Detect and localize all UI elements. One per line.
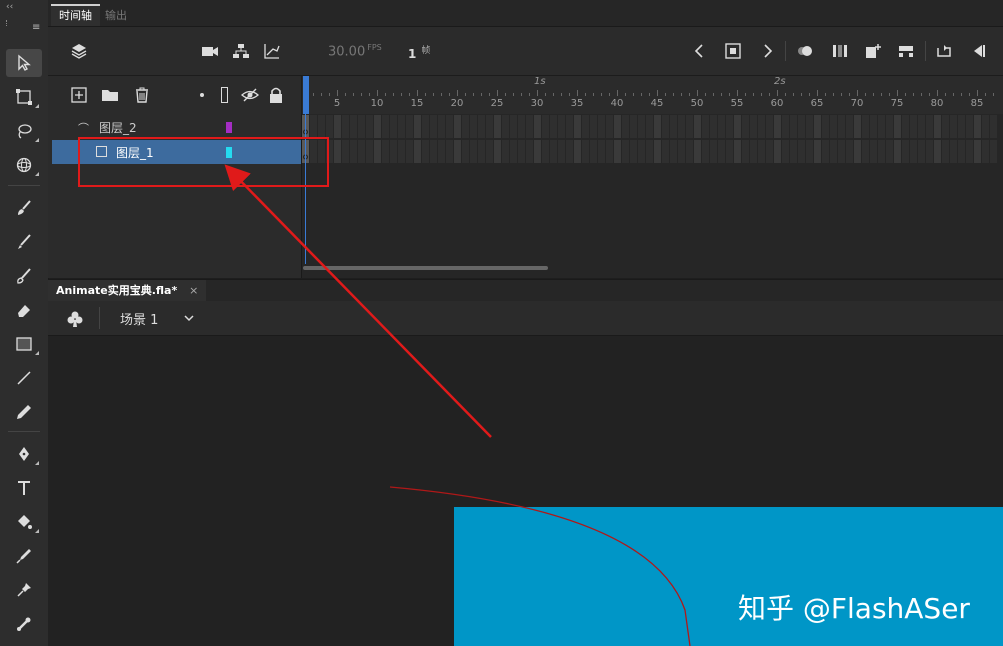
annotation-arrow <box>224 164 492 438</box>
annotation-overlay <box>224 164 691 646</box>
motion-guide-path <box>389 486 691 646</box>
